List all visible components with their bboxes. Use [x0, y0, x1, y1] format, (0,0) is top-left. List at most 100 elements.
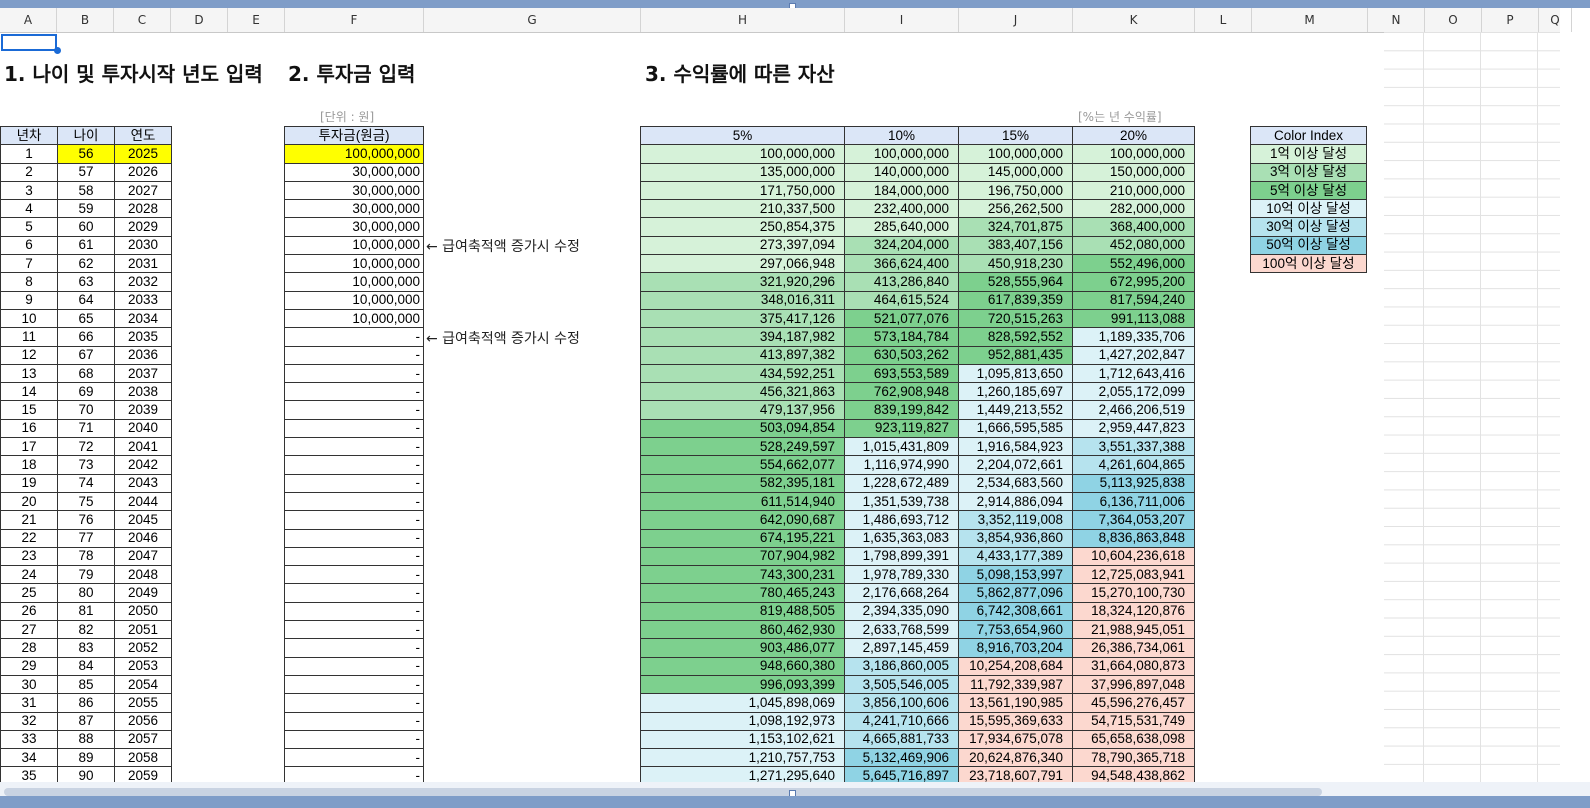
cell-rate-15[interactable]: 1,666,595,585 — [958, 418, 1073, 439]
cell-rate-15[interactable]: 1,095,813,650 — [958, 363, 1073, 384]
cell-investment[interactable]: - — [284, 528, 424, 548]
cell-rate-5[interactable]: 348,016,311 — [640, 290, 845, 310]
cell-age[interactable]: 57 — [57, 162, 115, 182]
column-header[interactable]: B — [57, 8, 114, 32]
cell-rate-10[interactable]: 285,640,000 — [844, 217, 959, 237]
cell-rate-20[interactable]: 3,551,337,388 — [1072, 437, 1195, 457]
cell-investment[interactable]: - — [284, 363, 424, 384]
cell-rate-10[interactable]: 521,077,076 — [844, 308, 959, 329]
cell-investment[interactable]: 10,000,000 — [284, 290, 424, 310]
cell-age[interactable]: 60 — [57, 217, 115, 237]
cell-rate-20[interactable]: 6,136,711,006 — [1072, 491, 1195, 512]
cell-rate-20[interactable]: 8,836,863,848 — [1072, 528, 1195, 548]
column-header[interactable]: H — [641, 8, 845, 32]
cell-investment[interactable]: - — [284, 327, 424, 347]
cell-rate-20[interactable]: 4,261,604,865 — [1072, 455, 1195, 475]
cell-rate-20[interactable]: 45,596,276,457 — [1072, 693, 1195, 713]
cell-year-no[interactable]: 7 — [0, 254, 58, 274]
column-header[interactable]: D — [171, 8, 228, 32]
cell-rate-5[interactable]: 1,098,192,973 — [640, 711, 845, 731]
cell-year[interactable]: 2045 — [114, 510, 172, 530]
cell-year-no[interactable]: 26 — [0, 601, 58, 622]
cell-investment[interactable]: - — [284, 711, 424, 731]
cell-rate-20[interactable]: 150,000,000 — [1072, 162, 1195, 182]
cell-age[interactable]: 85 — [57, 674, 115, 695]
cell-year[interactable]: 2050 — [114, 601, 172, 622]
cell-rate-10[interactable]: 1,635,363,083 — [844, 528, 959, 548]
cell-rate-20[interactable]: 991,113,088 — [1072, 308, 1195, 329]
cell-rate-10[interactable]: 1,978,789,330 — [844, 565, 959, 585]
cell-rate-5[interactable]: 674,195,221 — [640, 528, 845, 548]
color-index-item[interactable]: 50억 이상 달성 — [1250, 235, 1367, 256]
cell-rate-15[interactable]: 10,254,208,684 — [958, 656, 1073, 676]
cell-rate-10[interactable]: 1,351,539,738 — [844, 491, 959, 512]
cell-year-no[interactable]: 24 — [0, 565, 58, 585]
cell-rate-20[interactable]: 2,055,172,099 — [1072, 382, 1195, 402]
cell-rate-10[interactable]: 100,000,000 — [844, 144, 959, 164]
cell-rate-5[interactable]: 611,514,940 — [640, 491, 845, 512]
cell-age[interactable]: 87 — [57, 711, 115, 731]
column-header[interactable]: J — [959, 8, 1073, 32]
cell-rate-20[interactable]: 65,658,638,098 — [1072, 729, 1195, 750]
cell-rate-10[interactable]: 184,000,000 — [844, 180, 959, 201]
cell-year-no[interactable]: 19 — [0, 473, 58, 493]
cell-age[interactable]: 70 — [57, 400, 115, 420]
cell-investment[interactable]: - — [284, 473, 424, 493]
cell-rate-10[interactable]: 3,856,100,606 — [844, 693, 959, 713]
cell-age[interactable]: 67 — [57, 345, 115, 365]
cell-year-no[interactable]: 14 — [0, 382, 58, 402]
cell-year-no[interactable]: 2 — [0, 162, 58, 182]
column-header[interactable]: I — [845, 8, 959, 32]
cell-year-no[interactable]: 9 — [0, 290, 58, 310]
cell-year[interactable]: 2051 — [114, 620, 172, 640]
cell-rate-10[interactable]: 1,228,672,489 — [844, 473, 959, 493]
cell-year-no[interactable]: 18 — [0, 455, 58, 475]
cell-investment[interactable]: - — [284, 382, 424, 402]
cell-rate-15[interactable]: 196,750,000 — [958, 180, 1073, 201]
cell-rate-5[interactable]: 707,904,982 — [640, 546, 845, 567]
cell-rate-20[interactable]: 2,466,206,519 — [1072, 400, 1195, 420]
cell-rate-15[interactable]: 720,515,263 — [958, 308, 1073, 329]
cell-rate-15[interactable]: 1,449,213,552 — [958, 400, 1073, 420]
cell-year[interactable]: 2054 — [114, 674, 172, 695]
color-index-item[interactable]: 30억 이상 달성 — [1250, 217, 1367, 237]
cell-year[interactable]: 2057 — [114, 729, 172, 750]
cell-rate-20[interactable]: 37,996,897,048 — [1072, 674, 1195, 695]
column-header[interactable]: F — [285, 8, 424, 32]
cell-year-no[interactable]: 32 — [0, 711, 58, 731]
cell-year-no[interactable]: 20 — [0, 491, 58, 512]
cell-rate-10[interactable]: 839,199,842 — [844, 400, 959, 420]
cell-age[interactable]: 86 — [57, 693, 115, 713]
cell-rate-15[interactable]: 7,753,654,960 — [958, 620, 1073, 640]
column-header[interactable]: Q — [1539, 8, 1572, 32]
column-header[interactable]: K — [1073, 8, 1195, 32]
cell-year[interactable]: 2029 — [114, 217, 172, 237]
cell-year-no[interactable]: 31 — [0, 693, 58, 713]
cell-rate-10[interactable]: 2,394,335,090 — [844, 601, 959, 622]
cell-year-no[interactable]: 8 — [0, 272, 58, 292]
cell-rate-15[interactable]: 450,918,230 — [958, 254, 1073, 274]
cell-age[interactable]: 62 — [57, 254, 115, 274]
cell-year-no[interactable]: 30 — [0, 674, 58, 695]
cell-year[interactable]: 2040 — [114, 418, 172, 439]
cell-age[interactable]: 71 — [57, 418, 115, 439]
cell-rate-15[interactable]: 952,881,435 — [958, 345, 1073, 365]
cell-age[interactable]: 63 — [57, 272, 115, 292]
cell-rate-10[interactable]: 1,486,693,712 — [844, 510, 959, 530]
cell-investment[interactable]: 30,000,000 — [284, 180, 424, 201]
cell-year[interactable]: 2025 — [114, 144, 172, 164]
cell-rate-20[interactable]: 10,604,236,618 — [1072, 546, 1195, 567]
cell-rate-15[interactable]: 2,534,683,560 — [958, 473, 1073, 493]
cell-year[interactable]: 2058 — [114, 748, 172, 768]
cell-year-no[interactable]: 1 — [0, 144, 58, 164]
cell-year-no[interactable]: 15 — [0, 400, 58, 420]
cell-investment[interactable]: - — [284, 400, 424, 420]
cell-year[interactable]: 2036 — [114, 345, 172, 365]
cell-rate-20[interactable]: 5,113,925,838 — [1072, 473, 1195, 493]
cell-rate-20[interactable]: 368,400,000 — [1072, 217, 1195, 237]
cell-rate-20[interactable]: 552,496,000 — [1072, 254, 1195, 274]
cell-investment[interactable]: 100,000,000 — [284, 144, 424, 164]
cell-rate-10[interactable]: 1,798,899,391 — [844, 546, 959, 567]
cell-year[interactable]: 2055 — [114, 693, 172, 713]
cell-investment[interactable]: - — [284, 437, 424, 457]
